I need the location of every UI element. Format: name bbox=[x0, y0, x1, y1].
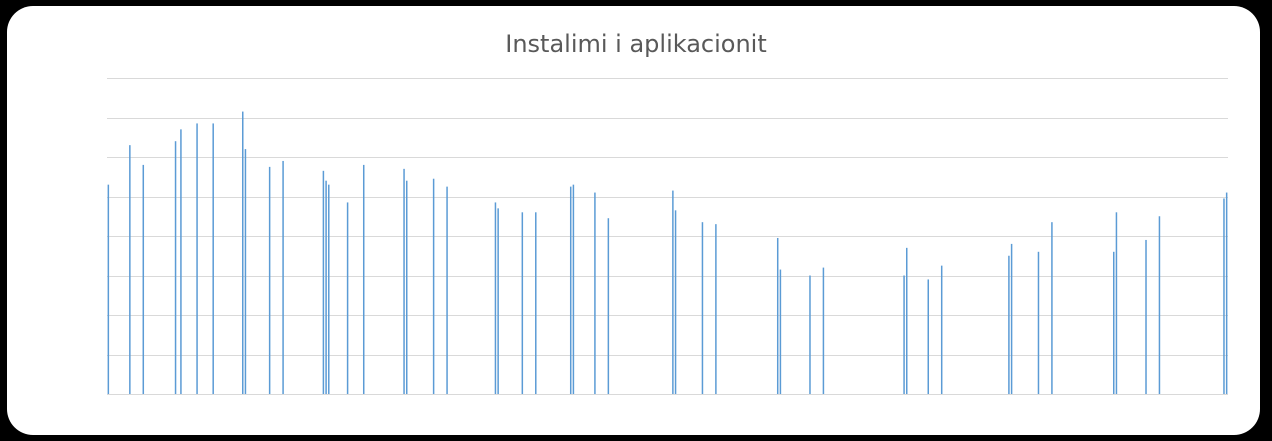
bar bbox=[715, 224, 717, 394]
bar bbox=[346, 202, 349, 394]
bar bbox=[809, 275, 811, 394]
bar bbox=[405, 180, 408, 394]
bar bbox=[328, 184, 330, 394]
bar bbox=[1145, 239, 1147, 394]
bar bbox=[282, 160, 284, 394]
bar bbox=[1010, 243, 1013, 394]
bar bbox=[1113, 251, 1115, 394]
bar-series bbox=[107, 111, 1228, 395]
bar bbox=[432, 178, 435, 394]
bar bbox=[572, 184, 575, 394]
bar bbox=[129, 145, 131, 394]
bar bbox=[906, 247, 908, 394]
bar bbox=[1225, 192, 1228, 394]
bar bbox=[607, 218, 610, 394]
bar bbox=[779, 269, 782, 394]
chart-plot bbox=[107, 78, 1228, 395]
bar bbox=[446, 186, 448, 395]
bar bbox=[1051, 222, 1053, 394]
bar bbox=[1037, 251, 1040, 394]
bar bbox=[674, 210, 677, 394]
bar bbox=[494, 202, 497, 394]
bar bbox=[212, 123, 214, 395]
bar bbox=[242, 111, 244, 394]
bar bbox=[1223, 198, 1225, 394]
bar bbox=[322, 170, 325, 394]
bar bbox=[927, 279, 930, 394]
bar bbox=[142, 164, 145, 394]
bar bbox=[672, 190, 674, 394]
bar bbox=[1008, 255, 1010, 394]
bar bbox=[776, 237, 779, 394]
bar bbox=[822, 267, 825, 394]
bar bbox=[903, 275, 905, 394]
bar bbox=[1115, 212, 1118, 394]
bar bbox=[940, 265, 943, 395]
bar bbox=[521, 212, 524, 394]
bar bbox=[107, 184, 110, 394]
bar bbox=[1158, 216, 1161, 394]
bar bbox=[497, 208, 499, 394]
bar bbox=[594, 192, 596, 394]
bar bbox=[325, 180, 327, 394]
bar bbox=[403, 168, 405, 394]
bar bbox=[196, 123, 198, 395]
bar bbox=[569, 186, 572, 395]
bar bbox=[244, 149, 247, 394]
bar bbox=[180, 129, 182, 394]
bar bbox=[268, 166, 271, 395]
gridlines bbox=[107, 78, 1228, 395]
bar bbox=[174, 141, 177, 394]
bar bbox=[701, 222, 704, 394]
bar bbox=[362, 164, 365, 394]
bar bbox=[535, 212, 537, 394]
